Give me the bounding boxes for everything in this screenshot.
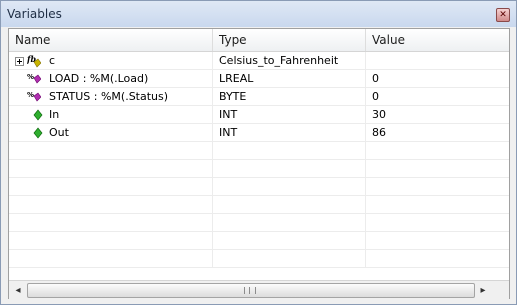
grip-icon xyxy=(244,287,256,294)
variable-icon xyxy=(33,109,43,121)
empty-cell xyxy=(213,178,366,196)
type-cell: Celsius_to_Fahrenheit xyxy=(213,52,366,70)
variable-name: LOAD : %M(.Load) xyxy=(49,72,149,85)
svg-text:%: % xyxy=(27,91,34,99)
value-cell[interactable]: 30 xyxy=(366,106,509,124)
memory-variable-icon: % xyxy=(27,73,41,84)
name-cell: fb c xyxy=(9,52,213,70)
empty-cell xyxy=(9,214,213,232)
name-cell: Out xyxy=(9,124,213,142)
empty-row xyxy=(9,196,509,214)
column-header-name[interactable]: Name xyxy=(9,29,213,51)
grid-rows: fb c Celsius_to_Fahrenheit % LOAD : %M(.… xyxy=(9,52,509,280)
scroll-left-button[interactable]: ◂ xyxy=(10,282,26,298)
empty-cell xyxy=(9,178,213,196)
empty-cell xyxy=(213,232,366,250)
table-row[interactable]: In INT 30 xyxy=(9,106,509,124)
empty-cell xyxy=(213,142,366,160)
empty-cell xyxy=(9,232,213,250)
variables-window: Variables ✕ Name Type Value fb c Celsius… xyxy=(0,0,517,305)
empty-cell xyxy=(213,250,366,268)
type-cell: BYTE xyxy=(213,88,366,106)
empty-cell xyxy=(9,142,213,160)
scroll-right-button[interactable]: ▸ xyxy=(475,282,491,298)
table-row[interactable]: % LOAD : %M(.Load) LREAL 0 xyxy=(9,70,509,88)
empty-row xyxy=(9,178,509,196)
variable-name: c xyxy=(49,54,56,67)
empty-cell xyxy=(9,160,213,178)
value-cell[interactable]: 0 xyxy=(366,70,509,88)
window-title: Variables xyxy=(7,7,62,21)
variable-name: In xyxy=(49,108,60,121)
empty-cell xyxy=(213,196,366,214)
empty-cell xyxy=(366,160,509,178)
empty-row xyxy=(9,214,509,232)
empty-cell xyxy=(9,250,213,268)
empty-cell xyxy=(366,232,509,250)
type-cell: INT xyxy=(213,106,366,124)
table-row[interactable]: fb c Celsius_to_Fahrenheit xyxy=(9,52,509,70)
table-row[interactable]: Out INT 86 xyxy=(9,124,509,142)
variable-icon xyxy=(33,127,43,139)
column-header-value[interactable]: Value xyxy=(366,29,509,51)
value-cell[interactable] xyxy=(366,52,509,70)
column-header-type[interactable]: Type xyxy=(213,29,366,51)
expand-icon[interactable] xyxy=(15,57,24,66)
empty-row xyxy=(9,160,509,178)
grid-header: Name Type Value xyxy=(9,29,509,52)
scrollbar-thumb[interactable] xyxy=(27,283,475,298)
empty-cell xyxy=(366,250,509,268)
empty-cell xyxy=(366,214,509,232)
close-icon: ✕ xyxy=(499,9,507,20)
empty-cell xyxy=(213,160,366,178)
name-cell: In xyxy=(9,106,213,124)
variable-name: STATUS : %M(.Status) xyxy=(49,90,169,103)
close-button[interactable]: ✕ xyxy=(496,8,510,22)
value-cell[interactable]: 0 xyxy=(366,88,509,106)
empty-cell xyxy=(366,178,509,196)
value-cell[interactable]: 86 xyxy=(366,124,509,142)
memory-variable-icon: % xyxy=(27,91,41,102)
variable-name: Out xyxy=(49,126,69,139)
empty-row xyxy=(9,142,509,160)
name-cell: % LOAD : %M(.Load) xyxy=(9,70,213,88)
empty-row xyxy=(9,250,509,268)
function-block-icon: fb xyxy=(27,54,41,68)
name-cell: % STATUS : %M(.Status) xyxy=(9,88,213,106)
empty-row xyxy=(9,232,509,250)
empty-cell xyxy=(366,142,509,160)
variables-grid: Name Type Value fb c Celsius_to_Fahrenhe… xyxy=(8,28,510,299)
empty-cell xyxy=(9,196,213,214)
type-cell: INT xyxy=(213,124,366,142)
table-row[interactable]: % STATUS : %M(.Status) BYTE 0 xyxy=(9,88,509,106)
type-cell: LREAL xyxy=(213,70,366,88)
horizontal-scrollbar[interactable]: ◂ ▸ xyxy=(9,280,509,299)
empty-cell xyxy=(213,214,366,232)
scroll-right-icon: ▸ xyxy=(480,284,486,296)
svg-text:%: % xyxy=(27,73,34,81)
scroll-left-icon: ◂ xyxy=(15,284,21,296)
empty-cell xyxy=(366,196,509,214)
title-bar: Variables ✕ xyxy=(1,1,516,27)
